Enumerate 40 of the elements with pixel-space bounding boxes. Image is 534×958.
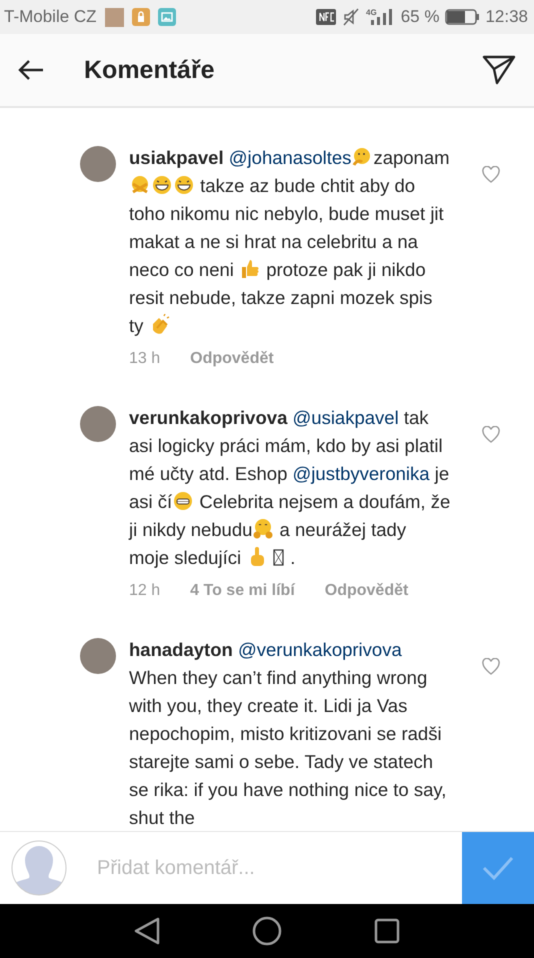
heart-icon[interactable]	[482, 658, 500, 675]
back-arrow-icon[interactable]	[18, 59, 44, 81]
avatar-photo[interactable]	[80, 406, 116, 442]
checkmark-icon	[482, 856, 514, 880]
back-triangle-icon[interactable]	[134, 917, 160, 945]
comment-text: usiakpavel @johanasoltes zaponam takze az bude chtit aby do toho nikomu nic nebylo, bude muset jit makat a ne si hrat na celebritu a na neco co neni protoze pak ji nikdo resit nebude, takze zapni mozek spis ty	[129, 145, 451, 338]
nfc-icon	[316, 9, 336, 25]
carrier-name: T-Mobile CZ	[4, 7, 97, 27]
avatar-silhouette-icon	[11, 840, 67, 896]
laughing-face-icon	[151, 174, 173, 196]
comment-text: hanadayton @verunkakoprivova When they can’t find anything wrong with you, they create it. Lidi ja Vas nepochopim, misto kritizovani se radši starejte sami o sebe. Tady ve statech se rika: if you have nothing nice to say, shut the	[129, 638, 448, 830]
photo-placeholder	[104, 8, 124, 26]
page-title: Komentáře	[84, 56, 216, 84]
comment-time: 12 h	[129, 582, 160, 600]
muted-speaker-icon	[342, 8, 360, 26]
heart-icon[interactable]	[482, 426, 500, 443]
battery-percent: 65 %	[400, 7, 440, 27]
comment-input[interactable]: Přidat komentář...	[95, 856, 462, 880]
clock: 12:38	[485, 7, 528, 27]
thumbs-up-icon	[239, 258, 262, 280]
hugging-face-icon	[252, 518, 274, 540]
grinning-face-icon	[172, 490, 194, 512]
laughing-face-icon	[173, 174, 195, 196]
lock-app-icon	[132, 8, 150, 26]
image-app-icon	[158, 8, 176, 26]
recents-square-icon[interactable]	[374, 918, 400, 944]
mention-link[interactable]: @usiakpavel	[292, 407, 399, 428]
send-icon[interactable]	[482, 55, 516, 85]
mention-link[interactable]: @justbyveronika	[292, 463, 430, 484]
avatar-photo[interactable]	[80, 146, 116, 182]
hiding-face-icon	[129, 174, 151, 196]
avatar-photo[interactable]	[80, 638, 116, 674]
mention-link[interactable]: @johanasoltes	[228, 147, 352, 168]
comment-text: verunkakoprivova @usiakpavel tak asi logicky práci mám, kdo by asi platil mé učty atd. Eshop @justbyveronika je asi čí Celebrita nejsem a doufám, že ji nikdy nebudu a neurážej tady moje sledujíci .	[129, 406, 451, 570]
comment-time: 13 h	[129, 350, 160, 368]
network-type: 4G	[366, 9, 377, 17]
home-circle-icon[interactable]	[252, 916, 282, 946]
heart-icon[interactable]	[482, 166, 500, 183]
battery-icon	[445, 9, 480, 25]
mention-link[interactable]: @verunkakoprivova	[238, 639, 402, 660]
